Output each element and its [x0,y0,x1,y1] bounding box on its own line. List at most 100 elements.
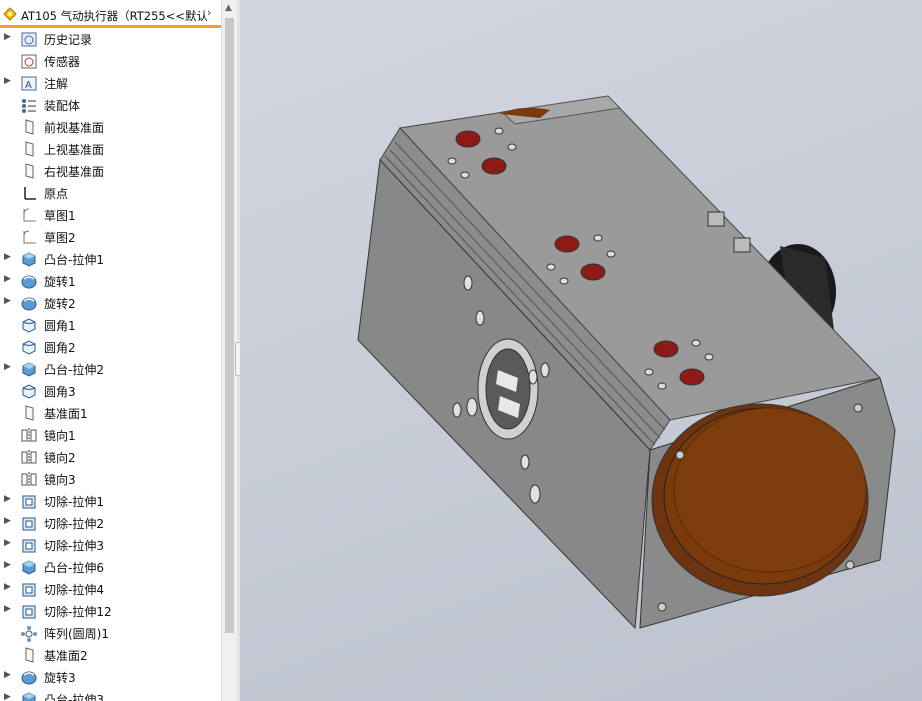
tree-item-label: 旋转2 [44,297,76,311]
sketch-icon [23,208,36,222]
tree-item[interactable]: 阵列(圆周)1 [0,622,221,644]
tree-item[interactable]: ▶ 切除-拉伸4 [0,578,221,600]
boss-extrude-icon [22,252,36,267]
revolve-icon [21,275,37,289]
tree-item-label: 基准面1 [44,407,88,421]
tree-item[interactable]: 基准面1 [0,402,221,424]
tree-item[interactable]: 草图1 [0,204,221,226]
cut-extrude-icon [22,539,36,553]
mirror-icon [21,428,37,443]
expand-arrow-icon[interactable]: ▶ [4,582,14,592]
tree-item[interactable]: 圆角2 [0,336,221,358]
tree-item[interactable]: 圆角3 [0,380,221,402]
feature-tree-title: AT105 气动执行器（RT255<<默认> [21,9,207,23]
tree-item[interactable]: ▶ 凸台-拉伸1 [0,248,221,270]
tree-item-label: 原点 [44,187,69,201]
tree-item-label: 凸台-拉伸2 [44,363,104,377]
tree-item-label: 草图1 [44,209,76,223]
tree-item-label: 凸台-拉伸3 [44,693,104,701]
tree-item-label: 传感器 [44,55,81,69]
expand-arrow-icon[interactable]: ▶ [4,516,14,526]
tree-item[interactable]: 镜向2 [0,446,221,468]
tree-item[interactable]: ▶ 凸台-拉伸2 [0,358,221,380]
tree-item-label: 注解 [44,77,69,91]
tree-item[interactable]: 前视基准面 [0,116,221,138]
tree-item-label: 圆角1 [44,319,76,333]
expand-arrow-icon[interactable]: ▶ [4,538,14,548]
actuator-model [357,95,896,630]
cut-extrude-icon [22,583,36,597]
tree-item[interactable]: ▶ 历史记录 [0,28,221,50]
tree-item[interactable]: ▶ A 注解 [0,72,221,94]
expand-arrow-icon[interactable]: ▶ [4,296,14,306]
sensor-icon [21,54,37,69]
tree-item[interactable]: 原点 [0,182,221,204]
boss-extrude-icon [22,692,36,701]
origin-icon [24,187,36,200]
tree-item[interactable]: 传感器 [0,50,221,72]
tree-item[interactable]: 上视基准面 [0,138,221,160]
tree-item-label: 镜向2 [44,451,76,465]
tree-item-label: 圆角2 [44,341,76,355]
tree-item-label: 阵列(圆周)1 [44,627,109,641]
history-icon [21,32,37,47]
expand-arrow-icon[interactable]: ▶ [4,252,14,262]
fillet-icon [22,384,36,399]
expand-arrow-icon[interactable]: ▶ [4,604,14,614]
expand-arrow-icon[interactable]: ▶ [4,274,14,284]
tree-item-label: 镜向3 [44,473,76,487]
tree-item[interactable]: ▶ 旋转1 [0,270,221,292]
tree-item-label: 装配体 [44,99,81,113]
expand-arrow-icon[interactable]: ▶ [4,32,14,42]
tree-item[interactable]: 装配体 [0,94,221,116]
tree-item-label: 凸台-拉伸1 [44,253,104,267]
scrollbar-thumb[interactable] [225,18,234,633]
plane-icon [25,405,34,421]
expand-arrow-icon[interactable]: ▶ [4,494,14,504]
tree-item-label: 凸台-拉伸6 [44,561,104,575]
expand-arrow-icon[interactable]: ▶ [4,692,14,701]
tree-item[interactable]: ▶ 切除-拉伸12 [0,600,221,622]
expand-arrow-icon[interactable]: ▶ [4,362,14,372]
chevron-right-icon[interactable]: › [207,6,211,19]
cut-extrude-icon [22,605,36,619]
cut-extrude-icon [22,517,36,531]
tree-item-label: 旋转1 [44,275,76,289]
tree-item[interactable]: ▶ 切除-拉伸1 [0,490,221,512]
expand-arrow-icon[interactable]: ▶ [4,670,14,680]
tree-item[interactable]: ▶ 凸台-拉伸6 [0,556,221,578]
tree-item[interactable]: 圆角1 [0,314,221,336]
fillet-icon [22,340,36,355]
tree-item[interactable]: ▶ 凸台-拉伸3 [0,688,221,701]
expand-arrow-icon[interactable]: ▶ [4,560,14,570]
tree-item[interactable]: 镜向3 [0,468,221,490]
feature-tree-panel: AT105 气动执行器（RT255<<默认> › ▶ 历史记录传感器 ▶ A 注解装配体… [0,0,221,701]
expand-arrow-icon[interactable]: ▶ [4,76,14,86]
3d-viewport[interactable] [240,0,922,701]
tree-item-label: 切除-拉伸1 [44,495,104,509]
tree-item[interactable]: ▶ 旋转2 [0,292,221,314]
tree-item[interactable]: ▶ 切除-拉伸3 [0,534,221,556]
revolve-icon [21,671,37,685]
mirror-icon [21,450,37,465]
tree-item[interactable]: ▶ 旋转3 [0,666,221,688]
tree-item-label: 历史记录 [44,33,93,47]
tree-item[interactable]: 基准面2 [0,644,221,666]
plane-icon [25,163,34,179]
cut-extrude-icon [22,495,36,509]
annotation-icon: A [21,76,37,91]
fillet-icon [22,318,36,333]
tree-item[interactable]: 镜向1 [0,424,221,446]
tree-item[interactable]: ▶ 切除-拉伸2 [0,512,221,534]
circular-pattern-icon [21,626,37,642]
tree-item-label: 圆角3 [44,385,76,399]
tree-item-label: 草图2 [44,231,76,245]
tree-item-label: 切除-拉伸4 [44,583,104,597]
feature-tree-root[interactable]: AT105 气动执行器（RT255<<默认> › [0,0,221,28]
tree-item[interactable]: 草图2 [0,226,221,248]
tree-item-label: 切除-拉伸2 [44,517,104,531]
tree-item[interactable]: 右视基准面 [0,160,221,182]
boss-extrude-icon [22,362,36,377]
scroll-up-icon[interactable]: ▲ [225,3,232,13]
tree-item-label: 旋转3 [44,671,76,685]
